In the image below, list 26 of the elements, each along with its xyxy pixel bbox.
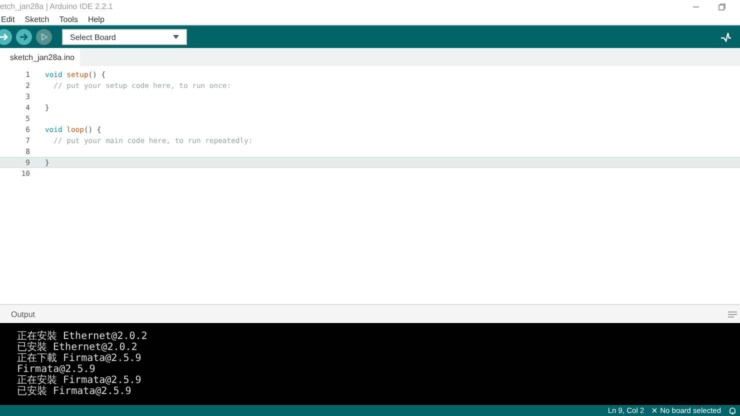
output-line: Firmata@2.5.9	[17, 364, 96, 375]
list-icon[interactable]	[728, 310, 737, 318]
dropdown-caret-icon	[173, 35, 179, 39]
output-line: 已安裝 Ethernet@2.0.2	[17, 342, 138, 353]
bell-icon[interactable]	[729, 406, 736, 414]
output-line: 正在安裝 Firmata@2.5.9	[17, 375, 142, 386]
menu-item[interactable]: Help	[86, 14, 106, 24]
menu-item[interactable]: Sketch	[24, 14, 50, 24]
verify-button[interactable]	[0, 29, 12, 45]
upload-button[interactable]	[16, 29, 32, 45]
window-title: etch_jan28a | Arduino IDE 2.2.1	[0, 2, 113, 11]
output-line: 正在下載 Firmata@2.5.9	[17, 353, 142, 364]
output-line: 正在安裝 Ethernet@2.0.2	[17, 331, 148, 342]
file-tab[interactable]: sketch_jan28a.ino	[0, 48, 80, 66]
restore-icon[interactable]	[718, 2, 726, 10]
menu-item[interactable]: Tools	[58, 14, 79, 24]
check-arrow-icon	[0, 32, 9, 42]
play-icon	[39, 32, 49, 42]
board-select[interactable]: Select Board	[62, 29, 187, 45]
arrow-icon	[19, 32, 29, 42]
pulse-icon[interactable]	[720, 31, 732, 43]
debug-button[interactable]	[36, 29, 52, 45]
menu-item[interactable]: Edit	[0, 14, 16, 24]
output-title: Output	[11, 310, 36, 318]
output-line: 已安裝 Firmata@2.5.9	[17, 386, 132, 397]
close-icon	[652, 408, 658, 413]
